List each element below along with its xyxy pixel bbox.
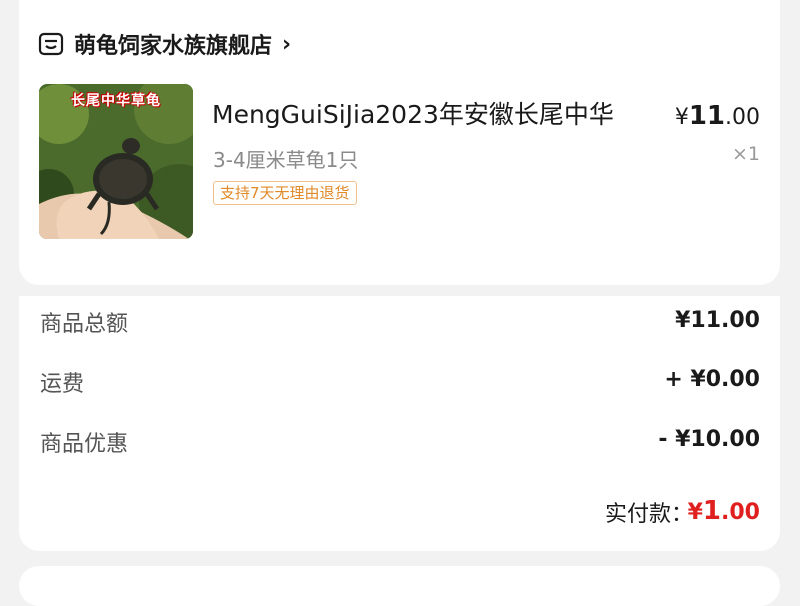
product-price: ¥11.00: [675, 101, 760, 131]
product-title[interactable]: MengGuiSiJia2023年安徽长尾中华: [212, 95, 614, 131]
product-quantity: ×1: [731, 143, 760, 165]
product-image[interactable]: 长尾中华草龟: [39, 84, 193, 239]
next-card: [19, 566, 780, 606]
paid-amount-label: 实付款：: [604, 502, 693, 527]
summary-label-discount: 商品优惠: [40, 432, 129, 457]
summary-value-discount: - ¥10.00: [658, 427, 760, 452]
paid-currency-symbol: ¥: [687, 500, 703, 525]
store-icon: [38, 32, 64, 56]
product-spec: 3-4厘米草龟1只: [213, 148, 359, 172]
shop-name[interactable]: 萌龟饲家水族旗舰店: [74, 28, 272, 60]
summary-label-shipping: 运费: [40, 372, 85, 397]
price-decimal: .00: [725, 105, 760, 130]
currency-symbol: ¥: [674, 105, 689, 130]
chevron-right-icon[interactable]: ›: [282, 32, 291, 57]
return-policy-badge: 支持7天无理由退货: [213, 181, 357, 205]
summary-label-subtotal: 商品总额: [40, 312, 129, 337]
paid-integer: 1: [702, 496, 722, 526]
paid-amount: ¥1.00: [688, 496, 760, 526]
summary-value-subtotal: ¥11.00: [675, 308, 760, 333]
shop-header[interactable]: 萌龟饲家水族旗舰店 ›: [38, 29, 291, 59]
price-integer: 11: [688, 101, 725, 131]
paid-decimal: .00: [721, 500, 760, 525]
image-overlay-text: 长尾中华草龟: [71, 93, 161, 109]
summary-value-shipping: + ¥0.00: [664, 367, 760, 392]
